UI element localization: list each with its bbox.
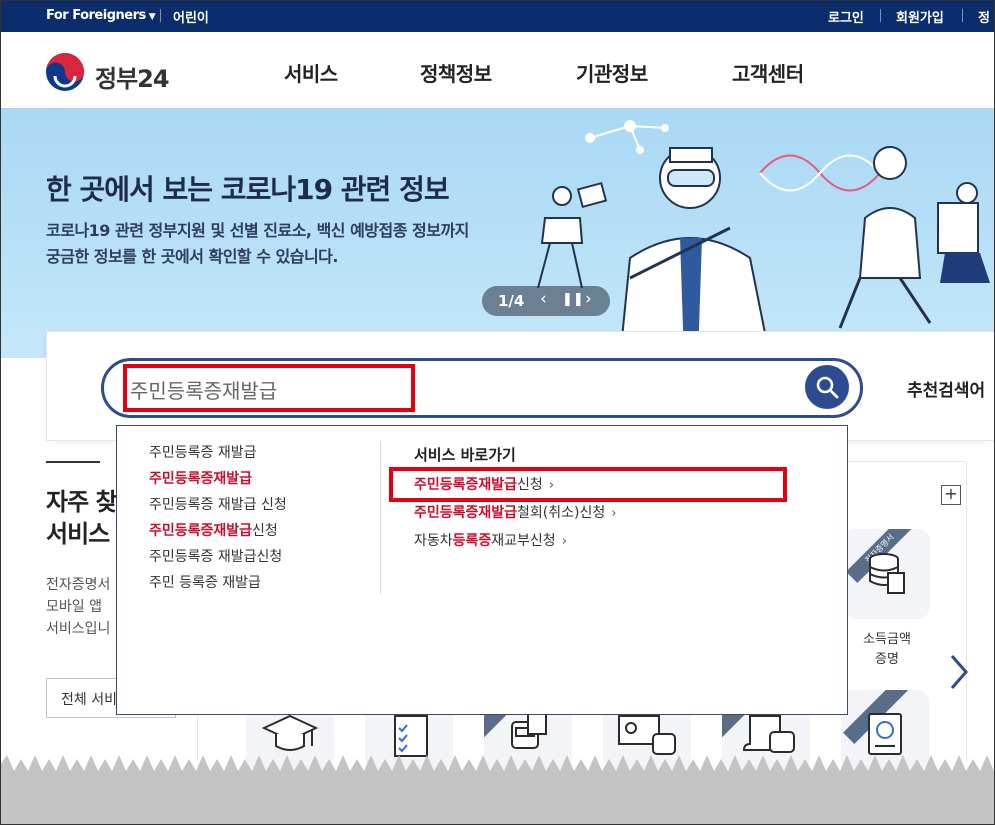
government-emblem-icon[interactable] xyxy=(45,52,85,92)
suggestion-item[interactable]: 주민등록증 재발급신청 xyxy=(149,547,287,573)
service-tile-income[interactable]: 전자증명서 xyxy=(844,529,930,619)
banner-title: 한 곳에서 보는 코로나19 관련 정보 xyxy=(46,173,450,206)
chevron-down-icon: ▼ xyxy=(148,12,156,22)
plus-icon[interactable]: + xyxy=(941,485,961,505)
nav-policy-info[interactable]: 정책정보 xyxy=(420,58,492,87)
divider xyxy=(160,9,161,22)
id-card-bus-icon xyxy=(618,715,676,755)
document-car-icon xyxy=(742,715,795,753)
chevron-right-icon[interactable] xyxy=(946,652,972,692)
section-divider xyxy=(46,461,100,463)
service-text: 철회(취소)신청 xyxy=(517,505,606,521)
site-logo-text[interactable]: 정부24 xyxy=(95,59,170,94)
service-match: 등록증 xyxy=(452,533,492,549)
login-link[interactable]: 로그인 xyxy=(828,7,864,26)
favorites-desc-line: 전자증명서 xyxy=(46,577,111,593)
suggestion-text: 주민 등록증 재발급 xyxy=(149,575,261,591)
suggestion-match: 주민등록증재발급 xyxy=(149,471,253,487)
search-button[interactable] xyxy=(805,365,849,409)
language-label: For Foreigners xyxy=(46,8,146,23)
favorites-desc-line: 서비스입니 xyxy=(46,621,111,637)
banner-desc-line: 궁금한 정보를 한 곳에서 확인할 수 있습니다. xyxy=(46,247,338,266)
site-header: 정부24 서비스 정책정보 기관정보 고객센터 xyxy=(0,32,995,108)
service-shortcut-title: 서비스 바로가기 xyxy=(414,446,516,464)
divider xyxy=(962,9,963,22)
annotation-highlight-box xyxy=(123,364,415,412)
suggestion-item[interactable]: 주민 등록증 재발급 xyxy=(149,573,287,599)
suggestion-text: 신청 xyxy=(252,523,278,539)
annotation-highlight-box xyxy=(389,467,787,502)
service-text: 자동차 xyxy=(414,533,453,549)
tile-label-line: 소득금액 xyxy=(863,632,911,647)
more-link[interactable]: 정 xyxy=(978,7,990,26)
bus-icon xyxy=(511,713,547,749)
tile-label-line: 증명 xyxy=(875,652,899,667)
divider xyxy=(880,9,881,22)
suggestion-text: 주민등록증 재발급신청 xyxy=(149,549,283,565)
service-match: 주민등록증재발급 xyxy=(414,505,518,521)
suggestion-text: 주민등록증 재발급 xyxy=(149,445,257,461)
nav-customer-center[interactable]: 고객센터 xyxy=(732,58,804,87)
language-selector[interactable]: For Foreigners ▼ xyxy=(46,8,156,23)
nav-service[interactable]: 서비스 xyxy=(284,58,338,87)
torn-edge-decoration xyxy=(0,755,995,825)
top-utility-bar: For Foreigners ▼ 어린이 로그인 회원가입 정 xyxy=(0,0,995,32)
nav-agency-info[interactable]: 기관정보 xyxy=(576,58,648,87)
service-text: 재교부신청 xyxy=(491,533,556,549)
recommended-keywords-label: 추천검색어 xyxy=(907,381,986,401)
banner-desc-line: 코로나19 관련 정부지원 및 선별 진료소, 백신 예방접종 정보까지 xyxy=(46,221,469,240)
signup-link[interactable]: 회원가입 xyxy=(896,7,944,26)
suggestion-text: 주민등록증 재발급 신청 xyxy=(149,497,287,513)
service-shortcut-item[interactable]: 자동차등록증재교부신청 › xyxy=(414,531,616,559)
suggestion-item[interactable]: 주민등록증 재발급 xyxy=(149,443,287,469)
banner-description: 코로나19 관련 정부지원 및 선별 진료소, 백신 예방접종 정보까지 궁금한… xyxy=(46,218,469,270)
kids-link[interactable]: 어린이 xyxy=(173,7,209,26)
service-tile-label: 소득금액 증명 xyxy=(846,630,928,670)
search-icon xyxy=(816,376,839,399)
favorites-description: 전자증명서 모바일 앱 서비스입니 xyxy=(46,574,110,640)
favorites-title-line: 자주 찾 xyxy=(46,488,118,516)
checklist-icon xyxy=(394,715,428,757)
banner-illustration-icon xyxy=(537,120,990,358)
dropdown-divider xyxy=(380,441,381,594)
suggestion-item[interactable]: 주민등록증재발급 xyxy=(149,469,287,495)
suggestion-item[interactable]: 주민등록증재발급신청 xyxy=(149,521,287,547)
database-document-icon xyxy=(869,553,905,594)
suggestion-match: 주민등록증재발급 xyxy=(149,523,253,539)
suggestion-list: 주민등록증 재발급 주민등록증재발급 주민등록증 재발급 신청 주민등록증재발급… xyxy=(149,443,287,599)
graduation-cap-icon xyxy=(262,714,318,751)
favorites-title-line: 서비스 xyxy=(46,520,110,548)
chevron-right-icon: › xyxy=(611,506,617,521)
suggestion-item[interactable]: 주민등록증 재발급 신청 xyxy=(149,495,287,521)
favorites-title: 자주 찾 서비스 xyxy=(46,486,118,550)
favorites-desc-line: 모바일 앱 xyxy=(46,599,102,615)
main-banner[interactable]: 한 곳에서 보는 코로나19 관련 정보 코로나19 관련 정부지원 및 선별 … xyxy=(0,108,995,358)
service-shortcut-item[interactable]: 주민등록증재발급철회(취소)신청 › xyxy=(414,503,616,531)
chevron-right-icon: › xyxy=(561,534,567,549)
passport-icon xyxy=(868,713,902,755)
